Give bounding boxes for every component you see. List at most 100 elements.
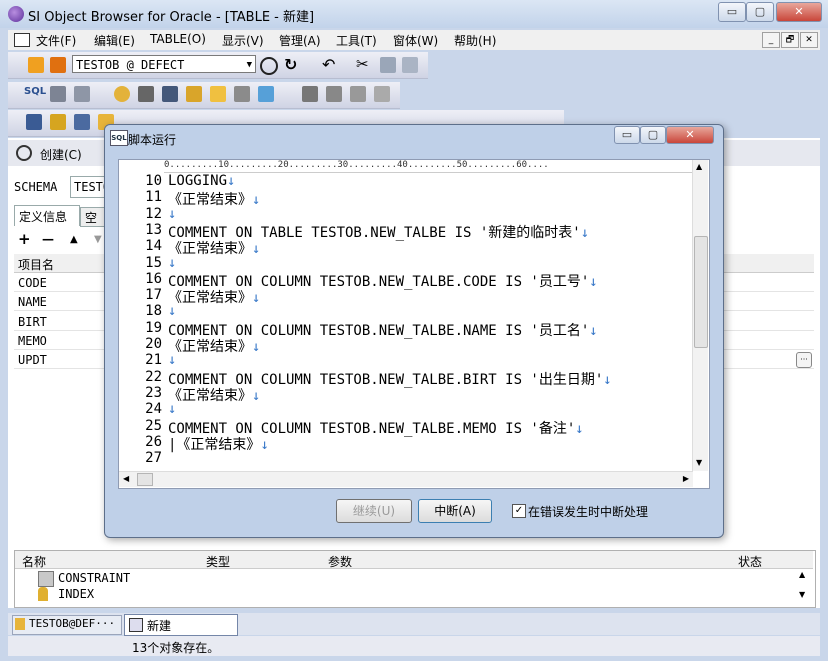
create-button[interactable]: 创建(C) xyxy=(40,146,82,163)
line-number: 26 xyxy=(145,434,162,450)
minimize-button[interactable]: ▭ xyxy=(718,2,746,22)
database-icon xyxy=(15,618,25,630)
vertical-scrollbar[interactable]: ▲ ▼ xyxy=(692,160,708,471)
create-radio-icon[interactable] xyxy=(16,145,32,161)
mdi-restore-button[interactable]: 🗗 xyxy=(781,32,799,48)
tab-new[interactable]: 新建 xyxy=(124,614,238,636)
menu-window[interactable]: 窗体(W) xyxy=(393,32,438,49)
cylinder-icon[interactable] xyxy=(210,86,226,102)
tab-space[interactable]: 空 xyxy=(80,207,106,227)
scrollbar-thumb[interactable] xyxy=(694,236,708,348)
scroll-up-arrow-icon[interactable]: ▲ xyxy=(696,162,702,171)
newline-marker-icon: ↓ xyxy=(252,339,261,355)
status-text: 13个对象存在。 xyxy=(132,641,220,655)
code-line: ↓ xyxy=(168,352,176,368)
table-icon[interactable] xyxy=(26,114,42,130)
menu-edit[interactable]: 编辑(E) xyxy=(94,32,135,49)
abort-button[interactable]: 中断(A) xyxy=(418,499,492,523)
code-text: 《正常结束》 xyxy=(168,192,252,208)
view-icon[interactable] xyxy=(74,114,90,130)
circle-icon[interactable] xyxy=(260,57,278,75)
dialog-close-button[interactable]: ✕ xyxy=(666,126,714,144)
scroll-down-arrow-icon[interactable]: ▼ xyxy=(696,458,702,467)
user-icon[interactable] xyxy=(114,86,130,102)
menu-table[interactable]: TABLE(O) xyxy=(150,32,206,46)
table-edit-icon[interactable] xyxy=(50,86,66,102)
undo-icon[interactable]: ↶ xyxy=(322,55,335,74)
scroll-up-arrow-icon[interactable]: ▲ xyxy=(799,570,805,579)
horizontal-scrollbar[interactable]: ◀ ▶ xyxy=(119,471,693,487)
code-line: ↓ xyxy=(168,303,176,319)
database-icon[interactable] xyxy=(138,86,154,102)
list-item[interactable]: NAME xyxy=(18,295,47,309)
menu-tools[interactable]: 工具(T) xyxy=(336,32,377,49)
header-params: 参数 xyxy=(328,555,353,569)
report-icon[interactable] xyxy=(374,86,390,102)
code-text: 《正常结束》 xyxy=(168,290,252,306)
dialog-maximize-button[interactable]: ▢ xyxy=(640,126,666,144)
menu-file[interactable]: 文件(F) xyxy=(36,32,76,49)
menu-help[interactable]: 帮助(H) xyxy=(454,32,496,49)
code-line: 《正常结束》↓ xyxy=(168,336,260,356)
tab-connection[interactable]: TESTOB@DEF··· xyxy=(12,615,122,635)
move-up-button[interactable]: ▲ xyxy=(70,234,78,245)
code-text: LOGGING xyxy=(168,173,228,189)
list-item[interactable]: UPDT xyxy=(18,353,47,367)
sql-icon[interactable]: SQL xyxy=(24,86,46,97)
app-logo-icon xyxy=(8,6,24,22)
abort-on-error-label: 在错误发生时中断处理 xyxy=(528,505,649,519)
list-item[interactable]: BIRT xyxy=(18,315,47,329)
session-icon[interactable] xyxy=(162,86,178,102)
list-item[interactable]: CODE xyxy=(18,276,47,290)
export-icon[interactable] xyxy=(302,86,318,102)
key-icon[interactable] xyxy=(50,114,66,130)
compare-icon[interactable] xyxy=(350,86,366,102)
mdi-minimize-button[interactable]: _ xyxy=(762,32,780,48)
line-number: 13 xyxy=(145,222,162,238)
tab-definition-label: 定义信息 xyxy=(19,210,68,224)
lock-icon[interactable] xyxy=(186,86,202,102)
tree-item-index[interactable]: INDEX xyxy=(58,587,94,601)
document-menu-icon[interactable] xyxy=(14,33,30,47)
code-text: 《正常结束》 xyxy=(168,388,252,404)
code-line: 《正常结束》↓ xyxy=(168,385,260,405)
connect-icon[interactable] xyxy=(28,57,44,73)
mdi-close-button[interactable]: ✕ xyxy=(800,32,818,48)
menu-view[interactable]: 显示(V) xyxy=(222,32,264,49)
script-icon[interactable] xyxy=(74,86,90,102)
line-number: 18 xyxy=(145,303,162,319)
abort-on-error-checkbox[interactable]: ✓ xyxy=(512,504,526,518)
add-column-button[interactable]: + xyxy=(18,230,31,248)
monitor-icon[interactable] xyxy=(258,86,274,102)
remove-column-button[interactable]: — xyxy=(42,232,54,246)
close-button[interactable]: ✕ xyxy=(776,2,822,22)
continue-button[interactable]: 继续(U) xyxy=(336,499,412,523)
refresh-icon[interactable]: ↻ xyxy=(284,55,297,74)
menu-manage[interactable]: 管理(A) xyxy=(279,32,321,49)
more-button[interactable]: ··· xyxy=(796,352,812,368)
scroll-right-arrow-icon[interactable]: ▶ xyxy=(683,474,689,483)
constraint-icon xyxy=(38,571,54,587)
paste-icon[interactable] xyxy=(402,57,418,73)
maximize-button[interactable]: ▢ xyxy=(746,2,774,22)
hscroll-thumb[interactable] xyxy=(137,473,153,486)
pages-icon[interactable] xyxy=(234,86,250,102)
dialog-minimize-button[interactable]: ▭ xyxy=(614,126,640,144)
list-item[interactable]: MEMO xyxy=(18,334,47,348)
connection-select[interactable]: TESTOB @ DEFECT ▼ xyxy=(72,55,256,73)
header-name: 名称 xyxy=(22,555,47,569)
scroll-left-arrow-icon[interactable]: ◀ xyxy=(123,474,129,483)
line-number: 10 xyxy=(145,173,162,189)
code-text: 《正常结束》 xyxy=(168,339,252,355)
move-down-button[interactable]: ▼ xyxy=(94,234,102,245)
cut-icon[interactable]: ✂ xyxy=(356,55,369,73)
scroll-down-arrow-icon[interactable]: ▼ xyxy=(799,590,805,599)
tree-item-constraint[interactable]: CONSTRAINT xyxy=(58,571,130,585)
tab-definition[interactable]: 定义信息 xyxy=(14,205,80,226)
copy-icon[interactable] xyxy=(380,57,396,73)
tab-new-label: 新建 xyxy=(147,619,172,633)
newline-marker-icon: ↓ xyxy=(168,303,177,319)
disconnect-icon[interactable] xyxy=(50,57,66,73)
header-status: 状态 xyxy=(738,555,763,569)
info-icon[interactable] xyxy=(326,86,342,102)
